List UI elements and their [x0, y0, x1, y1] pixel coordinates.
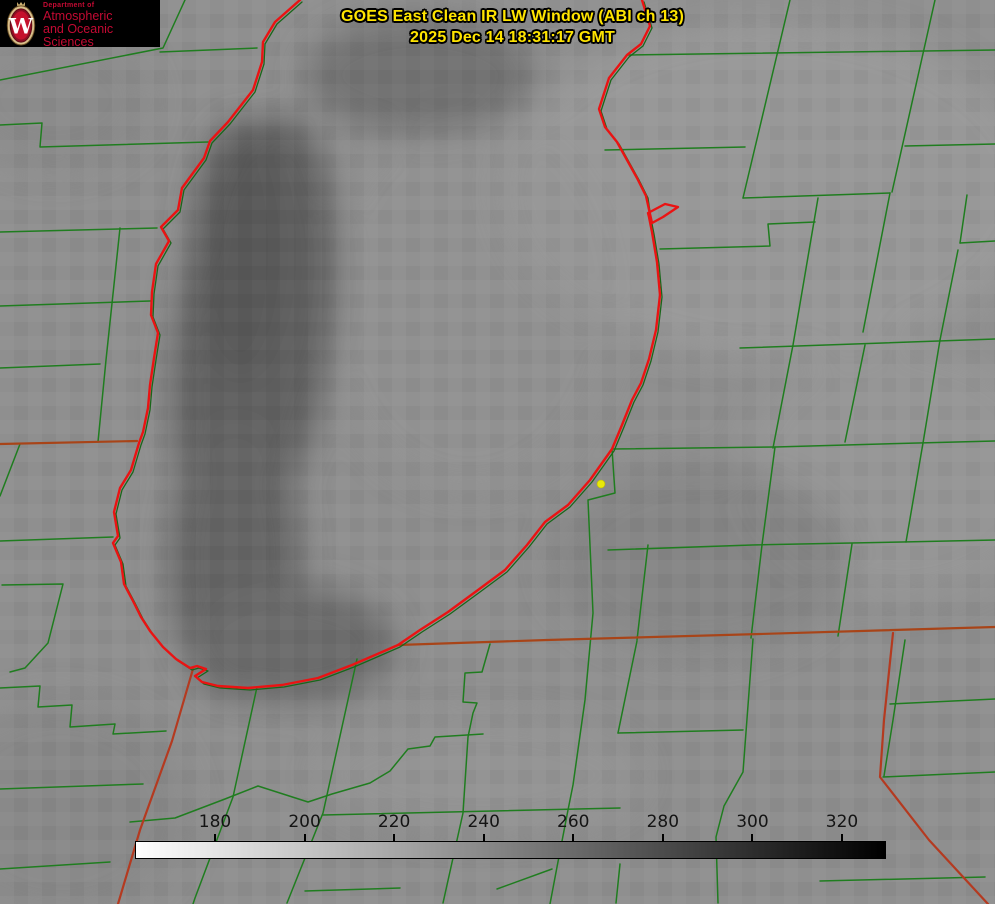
uw-crest-icon: W — [6, 1, 36, 46]
logo-text: Department of Atmospheric and Oceanic Sc… — [43, 0, 160, 48]
satellite-ir-image — [0, 0, 995, 904]
uw-aos-logo: W Department of Atmospheric and Oceanic … — [0, 0, 160, 47]
logo-name-line1: Atmospheric — [43, 8, 113, 23]
ir-cloud-field — [0, 0, 995, 904]
satellite-product-view: GOES East Clean IR LW Window (ABI ch 13)… — [0, 0, 995, 904]
pixel-texture — [0, 0, 995, 904]
location-marker — [596, 479, 606, 489]
logo-name-line2: and Oceanic Sciences — [43, 21, 114, 47]
svg-text:W: W — [8, 14, 34, 39]
